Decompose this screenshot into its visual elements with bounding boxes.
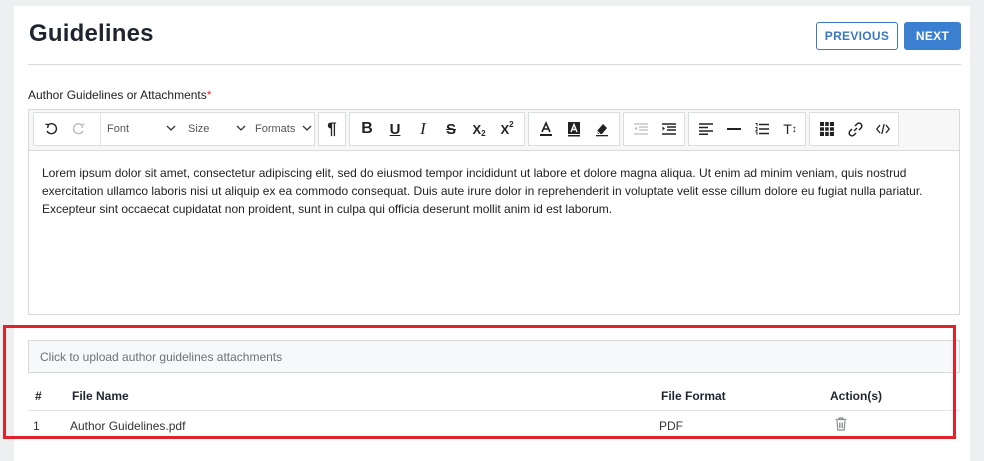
highlight-color-icon[interactable] — [561, 113, 587, 145]
guidelines-card: Guidelines PREVIOUS NEXT Author Guidelin… — [14, 6, 970, 461]
italic-icon[interactable]: I — [410, 113, 436, 145]
upload-attachments-field[interactable]: Click to upload author guidelines attach… — [28, 340, 960, 373]
link-icon[interactable] — [842, 113, 868, 145]
required-mark: * — [206, 88, 212, 102]
list-icon[interactable] — [749, 113, 775, 145]
formats-select-label: Formats — [255, 123, 296, 135]
toolbar-group-paragraph: ¶ — [318, 112, 346, 146]
title-divider — [28, 64, 961, 65]
font-color-icon[interactable] — [533, 113, 559, 145]
chevron-down-icon — [302, 125, 312, 131]
horizontal-rule-icon[interactable] — [721, 113, 747, 145]
font-select-label: Font — [107, 123, 130, 135]
size-select-label: Size — [188, 123, 210, 135]
row-index: 1 — [33, 419, 40, 433]
row-file-format: PDF — [659, 419, 683, 433]
toolbar-group-history-font: Font Size Formats — [33, 112, 315, 146]
undo-icon[interactable] — [38, 113, 64, 145]
toolbar-group-text-style: B U I S X2 X2 — [349, 112, 525, 146]
toolbar-group-insert — [809, 112, 899, 146]
eraser-icon[interactable] — [589, 113, 615, 145]
bold-icon[interactable]: B — [354, 113, 380, 145]
toolbar-group-colors — [528, 112, 620, 146]
editor-content[interactable]: Lorem ipsum dolor sit amet, consectetur … — [42, 164, 947, 218]
outdent-icon[interactable] — [628, 113, 654, 145]
editor-toolbar: Font Size Formats ¶ B U I S X 2 X 2 T ↕ — [29, 110, 959, 151]
size-select[interactable]: Size — [182, 113, 248, 145]
subscript-icon[interactable]: X2 — [466, 113, 492, 145]
next-button[interactable]: NEXT — [904, 22, 961, 50]
formats-select[interactable]: Formats — [250, 113, 314, 145]
paragraph-icon[interactable]: ¶ — [319, 113, 345, 145]
toolbar-group-indent — [623, 112, 685, 146]
row-file-name: Author Guidelines.pdf — [70, 419, 186, 433]
redo-icon[interactable] — [66, 113, 92, 145]
trash-icon[interactable] — [835, 417, 847, 436]
align-left-icon[interactable] — [693, 113, 719, 145]
code-view-icon[interactable] — [870, 113, 896, 145]
chevron-down-icon — [166, 125, 176, 131]
field-label: Author Guidelines or Attachments* — [28, 88, 211, 102]
column-header-file-name: File Name — [72, 389, 129, 403]
line-height-icon[interactable]: T ↕ — [777, 113, 803, 145]
table-icon[interactable] — [814, 113, 840, 145]
column-header-file-format: File Format — [661, 389, 726, 403]
font-select[interactable]: Font — [100, 113, 178, 145]
rich-text-editor: Font Size Formats ¶ B U I S X 2 X 2 T ↕ … — [28, 109, 960, 315]
chevron-down-icon — [236, 125, 246, 131]
page-title: Guidelines — [29, 20, 154, 47]
strikethrough-icon[interactable]: S — [438, 113, 464, 145]
indent-icon[interactable] — [656, 113, 682, 145]
superscript-icon[interactable]: X2 — [494, 113, 520, 145]
column-header-index: # — [35, 389, 42, 403]
column-header-actions: Action(s) — [830, 389, 882, 403]
field-label-text: Author Guidelines or Attachments — [28, 88, 207, 102]
previous-button[interactable]: PREVIOUS — [816, 22, 898, 50]
underline-icon[interactable]: U — [382, 113, 408, 145]
toolbar-group-paragraph-style: T ↕ — [688, 112, 806, 146]
